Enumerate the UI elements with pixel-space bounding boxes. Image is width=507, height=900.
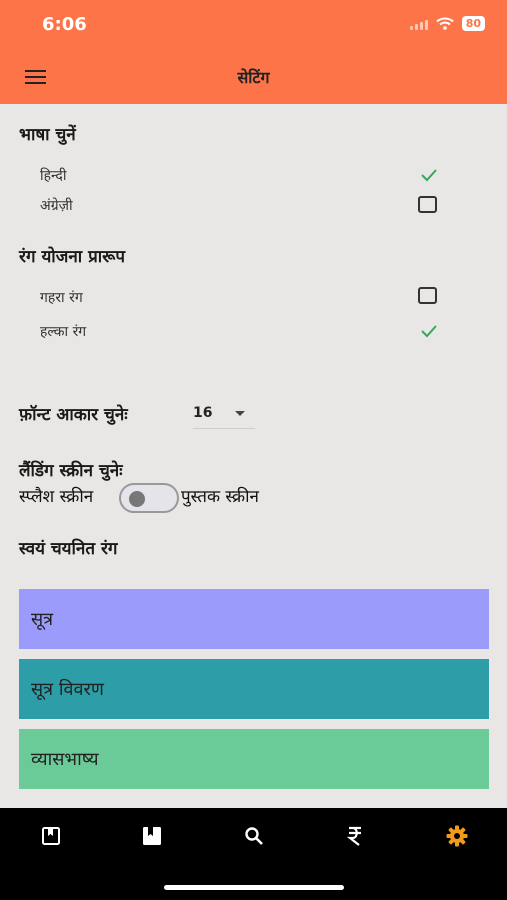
nav-book-outline-icon[interactable] — [36, 824, 66, 848]
battery-indicator: 80 — [461, 16, 485, 31]
nav-rupee-icon[interactable] — [340, 824, 370, 848]
status-time: 6:06 — [42, 14, 87, 35]
nav-search-icon[interactable] — [239, 824, 269, 848]
font-size-label: फ़ॉन्ट आकार चुनेः — [19, 405, 128, 425]
nav-book-filled-icon[interactable] — [137, 824, 167, 848]
theme-option-dark[interactable]: गहरा रंग — [40, 288, 83, 307]
splash-screen-label: स्प्लैश स्क्रीन — [19, 487, 94, 507]
signal-icon — [409, 18, 428, 30]
check-icon[interactable] — [420, 324, 438, 338]
landing-screen-toggle[interactable] — [119, 483, 179, 513]
language-option-english[interactable]: अंग्रेज़ी — [40, 196, 73, 215]
color-card-sutra-vivaran[interactable]: सूत्र विवरण — [19, 659, 489, 719]
theme-option-light[interactable]: हल्का रंग — [40, 322, 86, 341]
check-icon[interactable] — [420, 168, 438, 182]
theme-heading: रंग योजना प्रारूप — [19, 247, 126, 267]
font-size-dropdown[interactable]: 16 — [193, 400, 255, 429]
book-screen-label: पुस्तक स्क्रीन — [181, 487, 259, 507]
custom-colors-heading: स्वयं चयनित रंग — [19, 539, 118, 559]
font-size-value: 16 — [193, 405, 213, 421]
status-icons: 80 — [409, 16, 485, 31]
color-card-sutra[interactable]: सूत्र — [19, 589, 489, 649]
landing-screen-heading: लैंडिंग स्क्रीन चुनेः — [19, 461, 123, 481]
chevron-down-icon — [235, 411, 245, 416]
page-title: सेटिंग — [237, 68, 270, 87]
language-option-hindi[interactable]: हिन्दी — [40, 166, 66, 185]
wifi-icon — [436, 17, 454, 30]
app-header: 6:06 80 सेटिंग — [0, 0, 507, 104]
color-card-vyasabhashya[interactable]: व्यासभाष्य — [19, 729, 489, 789]
theme-dark-checkbox[interactable] — [418, 287, 437, 304]
nav-settings-gear-icon[interactable] — [442, 824, 472, 848]
language-english-checkbox[interactable] — [418, 196, 437, 213]
language-heading: भाषा चुनें — [19, 125, 76, 145]
home-indicator — [164, 885, 344, 890]
toggle-knob — [129, 491, 145, 507]
settings-content: भाषा चुनें हिन्दी अंग्रेज़ी रंग योजना प्… — [0, 104, 507, 808]
